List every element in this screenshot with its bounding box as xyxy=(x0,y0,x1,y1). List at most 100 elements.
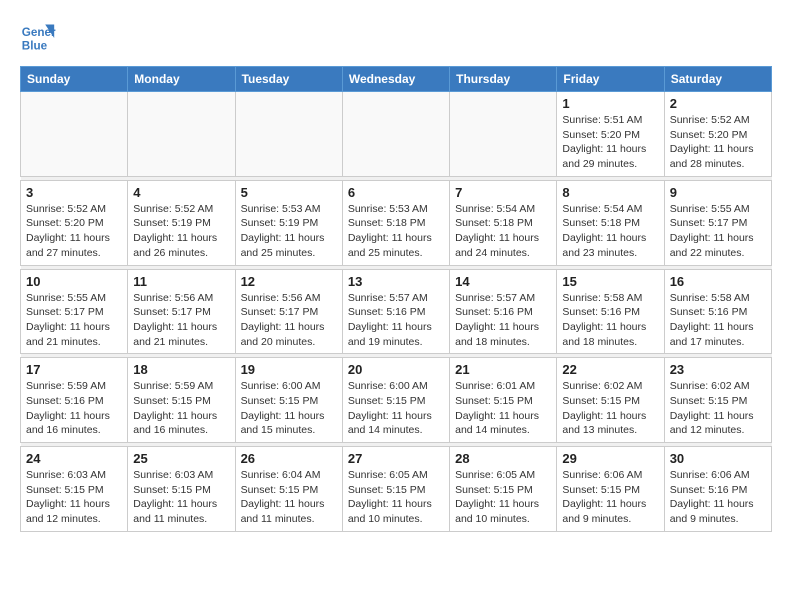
day-header-tuesday: Tuesday xyxy=(235,67,342,92)
day-cell: 7 Sunrise: 5:54 AM Sunset: 5:18 PM Daylig… xyxy=(450,180,557,265)
day-header-friday: Friday xyxy=(557,67,664,92)
day-info: Sunrise: 5:52 AM Sunset: 5:19 PM Dayligh… xyxy=(133,202,229,261)
day-number: 9 xyxy=(670,185,766,200)
day-cell: 27 Sunrise: 6:05 AM Sunset: 5:15 PM Dayli… xyxy=(342,447,449,532)
day-number: 25 xyxy=(133,451,229,466)
day-info: Sunrise: 5:59 AM Sunset: 5:16 PM Dayligh… xyxy=(26,379,122,438)
day-info: Sunrise: 6:01 AM Sunset: 5:15 PM Dayligh… xyxy=(455,379,551,438)
day-number: 10 xyxy=(26,274,122,289)
day-info: Sunrise: 5:54 AM Sunset: 5:18 PM Dayligh… xyxy=(455,202,551,261)
day-info: Sunrise: 5:53 AM Sunset: 5:18 PM Dayligh… xyxy=(348,202,444,261)
day-cell: 17 Sunrise: 5:59 AM Sunset: 5:16 PM Dayli… xyxy=(21,358,128,443)
week-row-2: 3 Sunrise: 5:52 AM Sunset: 5:20 PM Daylig… xyxy=(21,180,772,265)
day-header-monday: Monday xyxy=(128,67,235,92)
day-number: 28 xyxy=(455,451,551,466)
day-cell: 20Sunrise: 6:00 AM Sunset: 5:15 PM Dayli… xyxy=(342,358,449,443)
day-cell: 9 Sunrise: 5:55 AM Sunset: 5:17 PM Daylig… xyxy=(664,180,771,265)
day-number: 26 xyxy=(241,451,337,466)
day-info: Sunrise: 5:58 AM Sunset: 5:16 PM Dayligh… xyxy=(562,291,658,350)
day-info: Sunrise: 5:53 AM Sunset: 5:19 PM Dayligh… xyxy=(241,202,337,261)
day-info: Sunrise: 6:04 AM Sunset: 5:15 PM Dayligh… xyxy=(241,468,337,527)
day-cell: 16 Sunrise: 5:58 AM Sunset: 5:16 PM Dayli… xyxy=(664,269,771,354)
week-row-3: 10 Sunrise: 5:55 AM Sunset: 5:17 PM Dayli… xyxy=(21,269,772,354)
day-cell xyxy=(450,92,557,177)
day-header-saturday: Saturday xyxy=(664,67,771,92)
day-info: Sunrise: 6:03 AM Sunset: 5:15 PM Dayligh… xyxy=(133,468,229,527)
day-number: 13 xyxy=(348,274,444,289)
day-cell: 3 Sunrise: 5:52 AM Sunset: 5:20 PM Daylig… xyxy=(21,180,128,265)
day-cell: 29 Sunrise: 6:06 AM Sunset: 5:15 PM Dayli… xyxy=(557,447,664,532)
day-header-wednesday: Wednesday xyxy=(342,67,449,92)
calendar: SundayMondayTuesdayWednesdayThursdayFrid… xyxy=(20,66,772,532)
day-cell: 11Sunrise: 5:56 AM Sunset: 5:17 PM Dayli… xyxy=(128,269,235,354)
day-info: Sunrise: 5:57 AM Sunset: 5:16 PM Dayligh… xyxy=(348,291,444,350)
day-info: Sunrise: 5:58 AM Sunset: 5:16 PM Dayligh… xyxy=(670,291,766,350)
day-cell: 23Sunrise: 6:02 AM Sunset: 5:15 PM Dayli… xyxy=(664,358,771,443)
day-number: 14 xyxy=(455,274,551,289)
day-cell: 28 Sunrise: 6:05 AM Sunset: 5:15 PM Dayli… xyxy=(450,447,557,532)
day-cell: 21 Sunrise: 6:01 AM Sunset: 5:15 PM Dayli… xyxy=(450,358,557,443)
day-info: Sunrise: 6:00 AM Sunset: 5:15 PM Dayligh… xyxy=(241,379,337,438)
day-number: 2 xyxy=(670,96,766,111)
day-cell: 26 Sunrise: 6:04 AM Sunset: 5:15 PM Dayli… xyxy=(235,447,342,532)
logo-icon: GeneralBlue xyxy=(20,20,56,56)
day-cell: 8 Sunrise: 5:54 AM Sunset: 5:18 PM Daylig… xyxy=(557,180,664,265)
day-cell: 12 Sunrise: 5:56 AM Sunset: 5:17 PM Dayli… xyxy=(235,269,342,354)
day-cell: 18Sunrise: 5:59 AM Sunset: 5:15 PM Dayli… xyxy=(128,358,235,443)
day-number: 6 xyxy=(348,185,444,200)
day-info: Sunrise: 6:05 AM Sunset: 5:15 PM Dayligh… xyxy=(348,468,444,527)
day-info: Sunrise: 5:52 AM Sunset: 5:20 PM Dayligh… xyxy=(26,202,122,261)
day-number: 21 xyxy=(455,362,551,377)
day-number: 17 xyxy=(26,362,122,377)
day-info: Sunrise: 6:06 AM Sunset: 5:15 PM Dayligh… xyxy=(562,468,658,527)
day-cell: 13 Sunrise: 5:57 AM Sunset: 5:16 PM Dayli… xyxy=(342,269,449,354)
day-cell: 22Sunrise: 6:02 AM Sunset: 5:15 PM Dayli… xyxy=(557,358,664,443)
day-number: 15 xyxy=(562,274,658,289)
day-number: 18 xyxy=(133,362,229,377)
day-number: 27 xyxy=(348,451,444,466)
day-cell: 1Sunrise: 5:51 AM Sunset: 5:20 PM Daylig… xyxy=(557,92,664,177)
day-cell: 10 Sunrise: 5:55 AM Sunset: 5:17 PM Dayli… xyxy=(21,269,128,354)
day-number: 29 xyxy=(562,451,658,466)
day-cell: 19 Sunrise: 6:00 AM Sunset: 5:15 PM Dayli… xyxy=(235,358,342,443)
day-number: 23 xyxy=(670,362,766,377)
day-number: 16 xyxy=(670,274,766,289)
day-cell: 5 Sunrise: 5:53 AM Sunset: 5:19 PM Daylig… xyxy=(235,180,342,265)
day-cell: 4 Sunrise: 5:52 AM Sunset: 5:19 PM Daylig… xyxy=(128,180,235,265)
week-row-1: 1Sunrise: 5:51 AM Sunset: 5:20 PM Daylig… xyxy=(21,92,772,177)
svg-text:Blue: Blue xyxy=(22,40,48,53)
week-row-5: 24 Sunrise: 6:03 AM Sunset: 5:15 PM Dayli… xyxy=(21,447,772,532)
day-number: 24 xyxy=(26,451,122,466)
day-number: 8 xyxy=(562,185,658,200)
day-number: 7 xyxy=(455,185,551,200)
day-header-sunday: Sunday xyxy=(21,67,128,92)
day-number: 4 xyxy=(133,185,229,200)
day-cell: 30Sunrise: 6:06 AM Sunset: 5:16 PM Dayli… xyxy=(664,447,771,532)
day-info: Sunrise: 5:55 AM Sunset: 5:17 PM Dayligh… xyxy=(670,202,766,261)
day-number: 3 xyxy=(26,185,122,200)
day-info: Sunrise: 5:54 AM Sunset: 5:18 PM Dayligh… xyxy=(562,202,658,261)
day-number: 20 xyxy=(348,362,444,377)
day-header-thursday: Thursday xyxy=(450,67,557,92)
day-number: 19 xyxy=(241,362,337,377)
day-info: Sunrise: 5:51 AM Sunset: 5:20 PM Dayligh… xyxy=(562,113,658,172)
day-info: Sunrise: 5:52 AM Sunset: 5:20 PM Dayligh… xyxy=(670,113,766,172)
day-info: Sunrise: 6:06 AM Sunset: 5:16 PM Dayligh… xyxy=(670,468,766,527)
week-row-4: 17 Sunrise: 5:59 AM Sunset: 5:16 PM Dayli… xyxy=(21,358,772,443)
day-number: 12 xyxy=(241,274,337,289)
day-cell xyxy=(21,92,128,177)
day-info: Sunrise: 5:55 AM Sunset: 5:17 PM Dayligh… xyxy=(26,291,122,350)
day-cell: 24 Sunrise: 6:03 AM Sunset: 5:15 PM Dayli… xyxy=(21,447,128,532)
day-cell: 6 Sunrise: 5:53 AM Sunset: 5:18 PM Daylig… xyxy=(342,180,449,265)
day-cell: 15 Sunrise: 5:58 AM Sunset: 5:16 PM Dayli… xyxy=(557,269,664,354)
day-info: Sunrise: 5:56 AM Sunset: 5:17 PM Dayligh… xyxy=(133,291,229,350)
day-number: 5 xyxy=(241,185,337,200)
day-info: Sunrise: 6:05 AM Sunset: 5:15 PM Dayligh… xyxy=(455,468,551,527)
day-info: Sunrise: 5:57 AM Sunset: 5:16 PM Dayligh… xyxy=(455,291,551,350)
day-cell xyxy=(235,92,342,177)
day-info: Sunrise: 5:56 AM Sunset: 5:17 PM Dayligh… xyxy=(241,291,337,350)
day-cell: 14 Sunrise: 5:57 AM Sunset: 5:16 PM Dayli… xyxy=(450,269,557,354)
day-info: Sunrise: 6:03 AM Sunset: 5:15 PM Dayligh… xyxy=(26,468,122,527)
day-cell: 25 Sunrise: 6:03 AM Sunset: 5:15 PM Dayli… xyxy=(128,447,235,532)
header-row: SundayMondayTuesdayWednesdayThursdayFrid… xyxy=(21,67,772,92)
